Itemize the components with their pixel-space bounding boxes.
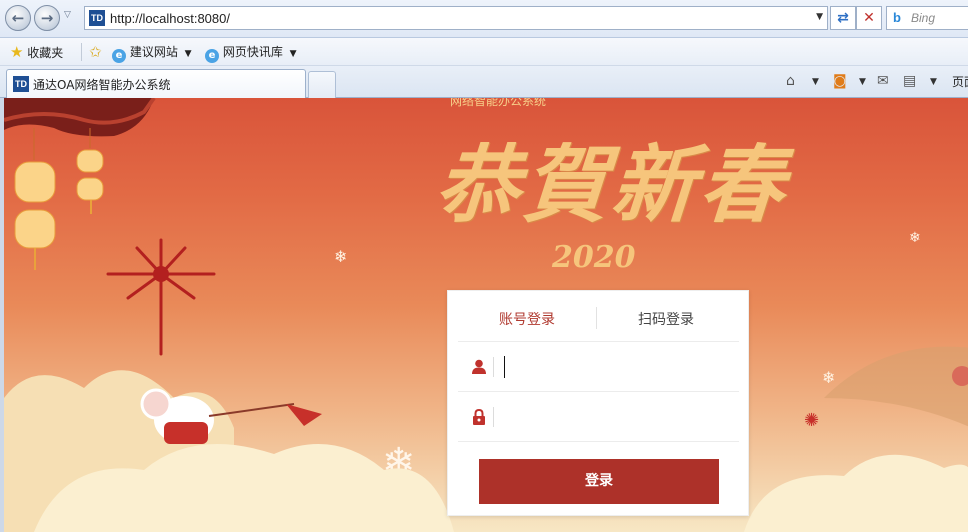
add-favorite-star-icon: ✩ xyxy=(89,43,102,61)
rss-icon: ◙ xyxy=(833,73,847,89)
bing-logo-icon: b xyxy=(893,10,901,25)
tab-qr-login[interactable]: 扫码登录 xyxy=(638,309,694,329)
password-separator xyxy=(493,407,494,427)
print-dropdown-icon[interactable]: ▼ xyxy=(930,72,937,92)
home-icon: ⌂ xyxy=(786,73,795,89)
add-favorite-button[interactable]: ✩ xyxy=(89,44,102,60)
chevron-down-icon: ▼ xyxy=(289,49,297,59)
form-divider xyxy=(458,441,739,442)
ie-page-icon: e xyxy=(205,49,219,63)
home-dropdown-icon[interactable]: ▼ xyxy=(812,72,819,92)
favorites-label: 收藏夹 xyxy=(27,46,64,60)
tab-active-page[interactable]: TD 通达OA网络智能办公系统 xyxy=(6,69,306,98)
login-button[interactable]: 登录 xyxy=(479,459,719,504)
new-tab-button[interactable] xyxy=(308,71,336,98)
web-slices-link[interactable]: e 网页快讯库 ▼ xyxy=(205,44,297,63)
search-box[interactable]: b Bing xyxy=(886,6,968,30)
favorites-divider xyxy=(81,43,82,61)
back-arrow-icon: ← xyxy=(11,9,25,27)
address-bar[interactable]: TD http://localhost:8080/ ▼ xyxy=(84,6,828,30)
forward-button[interactable]: → xyxy=(34,5,60,31)
printer-icon: ▤ xyxy=(903,73,917,89)
favorites-button[interactable]: ★ 收藏夹 xyxy=(10,44,63,60)
address-url[interactable]: http://localhost:8080/ xyxy=(110,11,230,26)
search-placeholder: Bing xyxy=(911,11,936,25)
login-panel: 账号登录 扫码登录 登录 xyxy=(447,290,749,516)
text-cursor xyxy=(504,356,505,378)
svg-text:❄: ❄ xyxy=(909,230,921,246)
tab-bar: TD 通达OA网络智能办公系统 ⌂ ▼ ◙ ▼ ✉ ▤ ▼ 页面 xyxy=(0,66,968,98)
tab-account-login[interactable]: 账号登录 xyxy=(499,309,555,329)
print-button[interactable]: ▤ xyxy=(903,71,916,91)
tab-title: 通达OA网络智能办公系统 xyxy=(33,78,171,92)
back-button[interactable]: ← xyxy=(5,5,31,31)
address-dropdown-icon[interactable]: ▼ xyxy=(816,12,823,22)
lock-icon xyxy=(473,409,485,425)
forward-arrow-icon: → xyxy=(40,9,54,27)
user-icon xyxy=(472,359,486,374)
username-row xyxy=(458,341,739,391)
history-dropdown-icon[interactable]: ▽ xyxy=(64,10,71,20)
stop-icon: ✕ xyxy=(863,10,875,26)
username-input[interactable] xyxy=(502,354,732,380)
username-separator xyxy=(493,357,494,377)
page-menu-button[interactable]: 页面 xyxy=(952,73,968,90)
stop-button[interactable]: ✕ xyxy=(856,6,882,30)
svg-text:❄: ❄ xyxy=(822,368,835,387)
favorites-bar: ★ 收藏夹 ✩ e 建议网站 ▼ e 网页快讯库 ▼ xyxy=(0,38,968,66)
suggested-sites-link[interactable]: e 建议网站 ▼ xyxy=(112,44,192,63)
cover-subtitle: 网络智能办公系统 xyxy=(450,98,547,108)
refresh-icon: ⇄ xyxy=(837,10,849,26)
mail-icon: ✉ xyxy=(877,73,889,89)
suggested-sites-label: 建议网站 xyxy=(129,45,178,59)
password-input[interactable] xyxy=(502,404,732,430)
year-text: 2020 xyxy=(552,240,636,275)
feeds-dropdown-icon[interactable]: ▼ xyxy=(859,72,866,92)
chevron-down-icon: ▼ xyxy=(184,49,192,59)
svg-text:❄: ❄ xyxy=(334,247,347,266)
web-slices-label: 网页快讯库 xyxy=(222,45,283,59)
refresh-button[interactable]: ⇄ xyxy=(830,6,856,30)
feeds-button[interactable]: ◙ xyxy=(833,71,847,91)
favorites-star-icon: ★ xyxy=(10,43,24,61)
svg-text:✺: ✺ xyxy=(804,410,819,431)
mail-button[interactable]: ✉ xyxy=(877,71,889,91)
home-button[interactable]: ⌂ xyxy=(786,71,795,91)
login-tab-divider xyxy=(596,307,597,329)
tab-favicon: TD xyxy=(13,76,29,92)
browser-navigation-bar: ← → ▽ TD http://localhost:8080/ ▼ ⇄ ✕ b … xyxy=(0,0,968,38)
ie-page-icon: e xyxy=(112,49,126,63)
login-page: ❄ ❄ ❄ ❄ ✺ 网络智能办公系统 恭賀新春 2020 账号登录 扫码登录 登… xyxy=(0,98,968,532)
site-favicon: TD xyxy=(89,10,105,26)
password-row xyxy=(458,391,739,441)
new-year-greeting: 恭賀新春 xyxy=(432,135,792,234)
